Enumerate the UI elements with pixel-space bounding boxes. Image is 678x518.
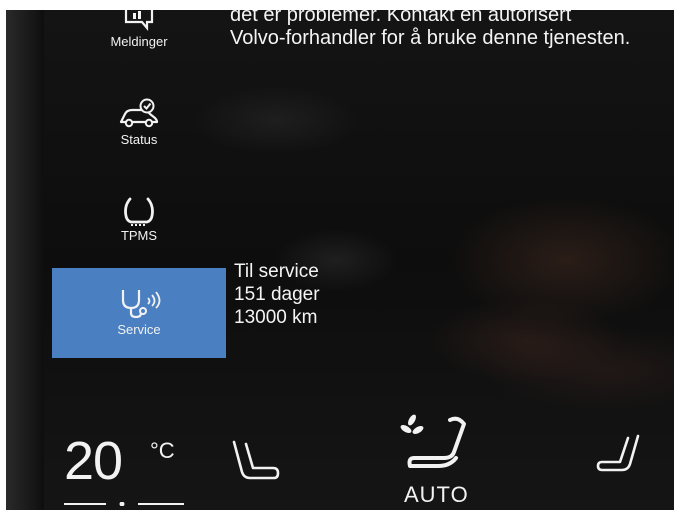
sidebar-item-label: Status <box>120 132 158 147</box>
message-line-2: Volvo-forhandler for å bruke denne tjene… <box>230 27 631 49</box>
temperature-value[interactable]: 20 <box>64 434 123 488</box>
temperature-unit: °C <box>150 438 175 463</box>
service-title: Til service <box>234 261 319 282</box>
climate-bar: 20 °C AUTO <box>6 414 674 510</box>
seat-heating-driver-icon[interactable] <box>228 438 282 486</box>
fan-seat-auto-icon[interactable] <box>398 412 474 476</box>
service-days: 151 dager <box>234 284 320 305</box>
temperature-bar <box>64 502 184 506</box>
service-distance: 13000 km <box>234 307 318 328</box>
sidebar-item-status[interactable]: Status <box>52 98 226 164</box>
infotainment-screen: det er problemer. Kontakt en autorisert … <box>6 10 674 510</box>
sidebar: Meldinger Status TPMS Service <box>52 10 226 370</box>
service-message: det er problemer. Kontakt en autorisert … <box>230 10 674 50</box>
photo-frame: det er problemer. Kontakt en autorisert … <box>0 0 678 518</box>
sidebar-item-label: Meldinger <box>110 34 168 49</box>
messages-icon <box>124 10 154 32</box>
sidebar-item-label: Service <box>117 322 161 337</box>
service-icon <box>121 290 161 319</box>
service-info: Til service 151 dager 13000 km <box>234 260 320 329</box>
car-status-icon <box>119 98 159 128</box>
sidebar-item-tpms[interactable]: TPMS <box>52 196 226 258</box>
sidebar-item-label: TPMS <box>120 228 158 243</box>
sidebar-item-service[interactable]: Service <box>52 268 226 358</box>
sidebar-item-meldinger[interactable]: Meldinger <box>52 10 226 72</box>
seat-heating-passenger-icon[interactable] <box>594 432 644 480</box>
auto-label[interactable]: AUTO <box>404 482 469 508</box>
tire-pressure-icon <box>124 197 154 226</box>
message-line-1: det er problemer. Kontakt en autorisert <box>230 10 572 26</box>
